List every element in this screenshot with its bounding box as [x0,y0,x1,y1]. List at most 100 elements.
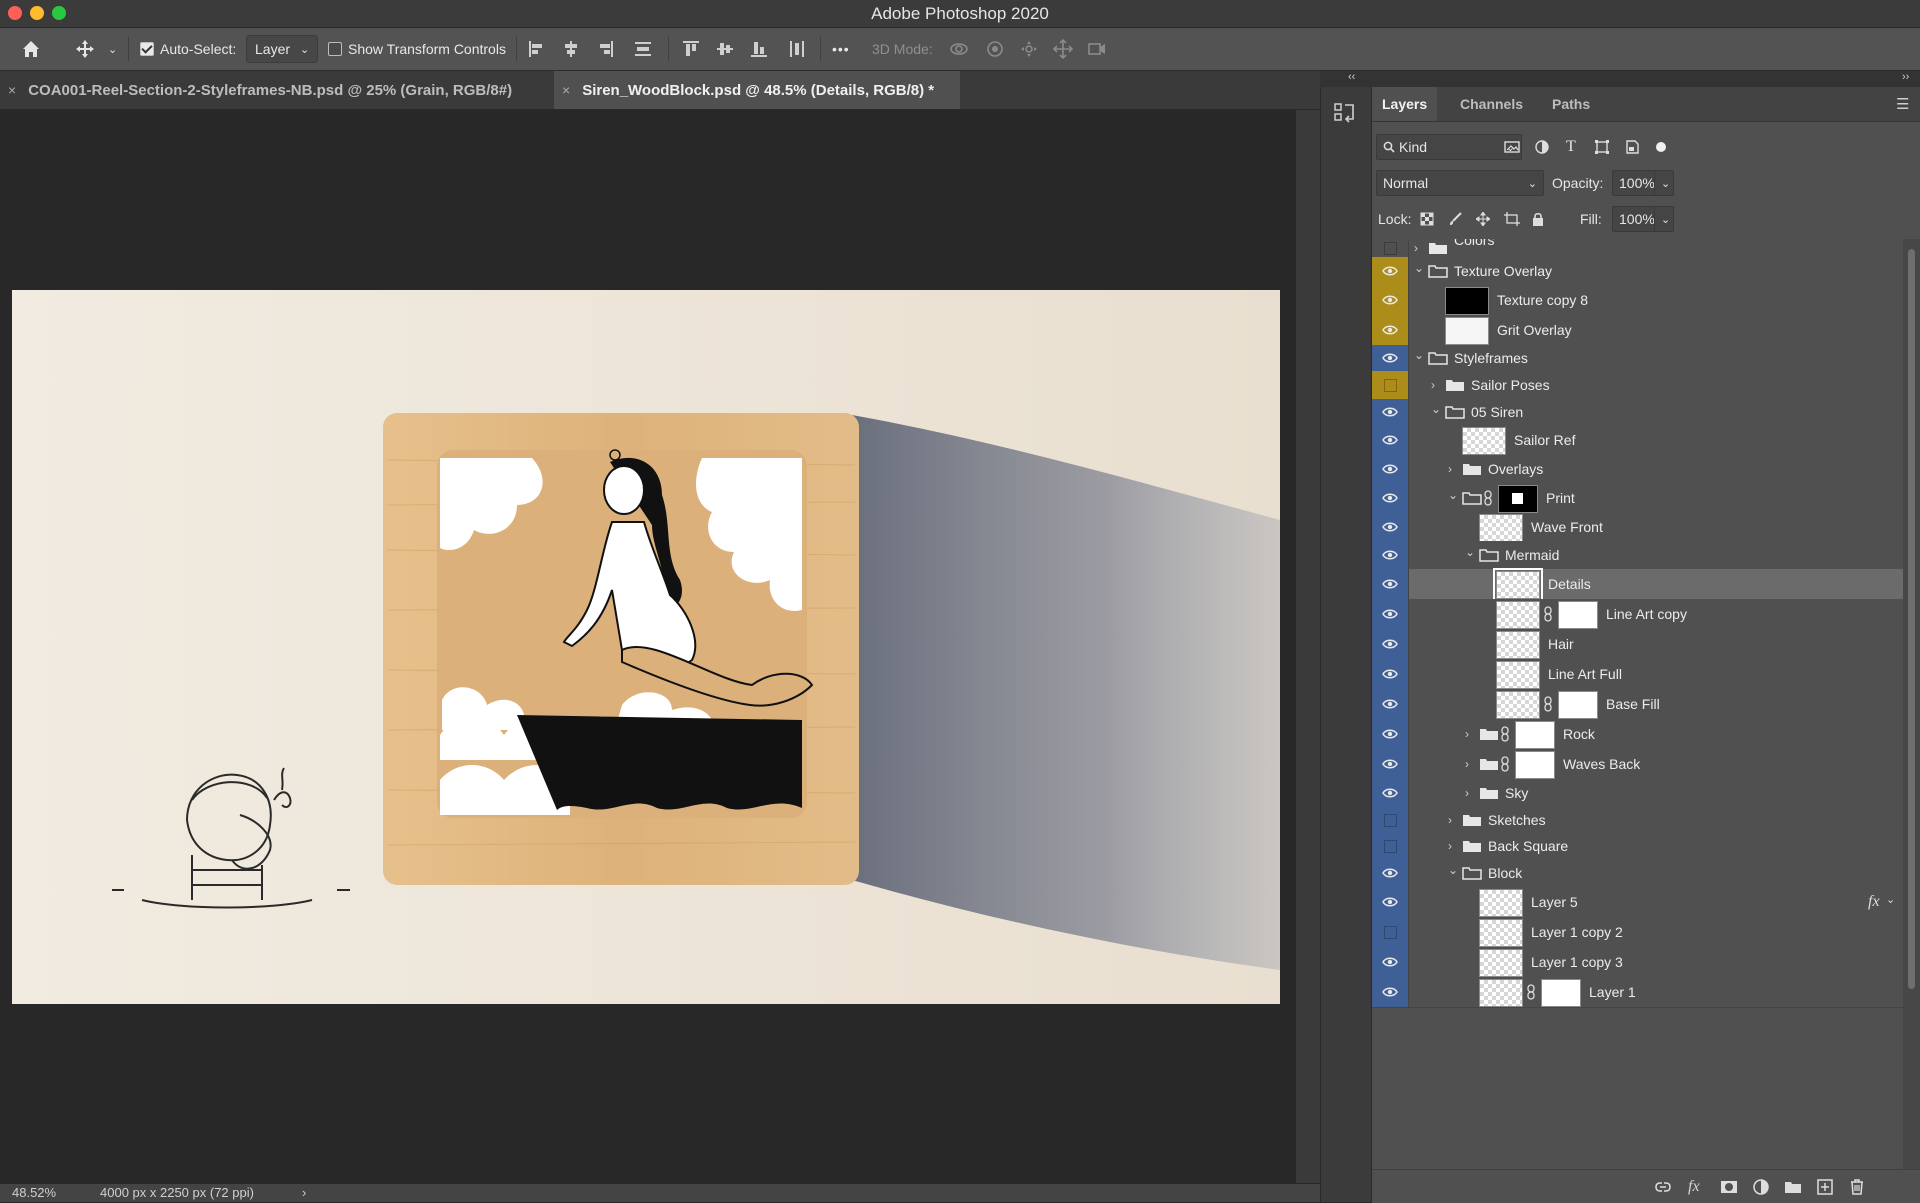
chevron-right-icon[interactable]: › [1448,813,1452,827]
opacity-slider-toggle[interactable]: ⌄ [1654,170,1674,196]
visibility-toggle[interactable] [1372,807,1409,833]
layer-mask-thumbnail[interactable] [1558,601,1598,629]
new-layer-icon[interactable] [1816,1178,1834,1196]
layer-row[interactable]: Hair [1372,629,1903,660]
layer-name[interactable]: Waves Back [1563,756,1640,772]
layer-row[interactable]: Grit Overlay [1372,315,1903,346]
align-top-edges-icon[interactable] [680,38,702,60]
eye-icon[interactable] [1382,406,1398,418]
layer-row[interactable]: Layer 1 copy 2 [1372,917,1903,948]
3d-scale-camera-icon[interactable] [1086,38,1108,60]
align-left-edges-icon[interactable] [526,38,548,60]
chevron-right-icon[interactable]: › [1431,378,1435,392]
layer-row[interactable]: Layer 1 copy 3 [1372,947,1903,978]
layer-name[interactable]: Layer 1 copy 2 [1531,924,1623,940]
layer-name[interactable]: Hair [1548,636,1574,652]
eye-icon[interactable] [1382,265,1398,277]
layer-name[interactable]: Grit Overlay [1497,322,1572,338]
lock-artboard-icon[interactable] [1504,212,1520,226]
visibility-toggle[interactable] [1372,425,1409,455]
chevron-down-icon[interactable]: ⌄ [108,28,117,70]
eye-icon[interactable] [1382,434,1398,446]
chevron-right-icon[interactable]: › [1465,757,1469,771]
visibility-toggle[interactable] [1372,315,1409,345]
layer-thumbnail[interactable] [1462,427,1506,455]
layer-name[interactable]: Layer 1 copy 3 [1531,954,1623,970]
layer-name[interactable]: 05 Siren [1471,404,1523,420]
layer-row[interactable]: Details [1372,568,1903,602]
visibility-toggle[interactable] [1372,719,1409,749]
3d-roll-icon[interactable] [984,38,1006,60]
layer-group-row[interactable]: › Sketches [1372,807,1903,834]
chevron-down-icon[interactable]: ⌄ [1448,863,1458,877]
mask-link-icon[interactable] [1501,756,1509,772]
layer-thumbnail[interactable] [1479,979,1523,1007]
document-tab-reel[interactable]: × COA001-Reel-Section-2-Styleframes-NB.p… [0,71,560,109]
show-transform-controls-checkbox[interactable]: Show Transform Controls [328,28,506,70]
chevron-down-icon[interactable]: ⌄ [1448,488,1458,502]
home-icon[interactable] [20,38,42,60]
layer-group-row[interactable]: ⌄ Texture Overlay [1372,257,1903,286]
add-layer-style-icon[interactable]: fx [1688,1178,1706,1196]
layer-thumbnail[interactable] [1479,949,1523,977]
layer-group-row[interactable]: ⌄ Styleframes [1372,345,1903,372]
visibility-toggle[interactable] [1372,947,1409,977]
layer-name[interactable]: Texture Overlay [1454,263,1552,279]
eye-icon[interactable] [1382,698,1398,710]
mask-link-icon[interactable] [1527,984,1535,1000]
layer-name[interactable]: Styleframes [1454,350,1528,366]
layer-name[interactable]: Rock [1563,726,1595,742]
add-mask-icon[interactable] [1720,1178,1738,1196]
visibility-toggle[interactable] [1372,779,1409,807]
layer-thumbnail[interactable] [1496,661,1540,689]
layer-row[interactable]: Base Fill [1372,689,1903,720]
eye-icon[interactable] [1382,728,1398,740]
new-fill-adjustment-layer-icon[interactable] [1752,1178,1770,1196]
layer-name[interactable]: Layer 5 [1531,894,1578,910]
visibility-toggle[interactable] [1372,285,1409,315]
lock-position-icon[interactable] [1476,212,1490,226]
eye-icon[interactable] [1382,608,1398,620]
eye-icon[interactable] [1382,492,1398,504]
lock-transparent-pixels-icon[interactable] [1420,212,1434,226]
visibility-toggle[interactable] [1372,659,1409,689]
visibility-toggle[interactable] [1372,689,1409,719]
layer-group-row[interactable]: › Rock [1372,719,1903,750]
visibility-toggle[interactable] [1372,345,1409,371]
layer-group-row[interactable]: › Back Square [1372,833,1903,860]
auto-select-checkbox[interactable]: Auto-Select: [140,28,236,70]
filter-smart-object-icon[interactable] [1624,139,1640,155]
layer-name[interactable]: Overlays [1488,461,1543,477]
eye-icon[interactable] [1382,549,1398,561]
filter-kind-dropdown[interactable]: Kind ⌄ [1376,134,1522,160]
filter-toggle-icon[interactable] [1656,142,1666,152]
fill-slider-toggle[interactable]: ⌄ [1654,206,1674,232]
eye-icon[interactable] [1382,294,1398,306]
layer-name[interactable]: Mermaid [1505,547,1559,563]
delete-layer-trash-icon[interactable] [1848,1178,1866,1196]
layer-thumbnail[interactable] [1496,691,1540,719]
eye-icon[interactable] [1382,324,1398,336]
eye-icon[interactable] [1382,352,1398,364]
visibility-toggle[interactable] [1372,399,1409,425]
layer-mask-thumbnail[interactable] [1515,721,1555,749]
layer-name[interactable]: Colors [1454,239,1494,248]
visibility-toggle[interactable] [1372,371,1409,399]
chevron-right-icon[interactable]: › [1448,462,1452,476]
mask-link-icon[interactable] [1501,726,1509,742]
document-tab-siren[interactable]: × Siren_WoodBlock.psd @ 48.5% (Details, … [554,71,960,109]
visibility-toggle[interactable] [1372,859,1409,887]
layer-thumbnail[interactable] [1493,568,1543,602]
filter-pixel-icon[interactable] [1504,139,1520,155]
chevron-down-icon[interactable]: ⌄ [1886,893,1895,906]
new-group-folder-icon[interactable] [1784,1178,1802,1196]
layer-group-row[interactable]: ⌄ 05 Siren [1372,399,1903,426]
distribute-vertical-icon[interactable] [786,38,808,60]
checkbox-checked-icon[interactable] [140,42,154,56]
layer-mask-thumbnail[interactable] [1541,979,1581,1007]
visibility-toggle[interactable] [1372,749,1409,779]
layer-row[interactable]: Layer 1 [1372,977,1903,1008]
tab-channels[interactable]: Channels [1450,87,1533,121]
layer-name[interactable]: Sky [1505,785,1528,801]
tab-paths[interactable]: Paths [1542,87,1600,121]
